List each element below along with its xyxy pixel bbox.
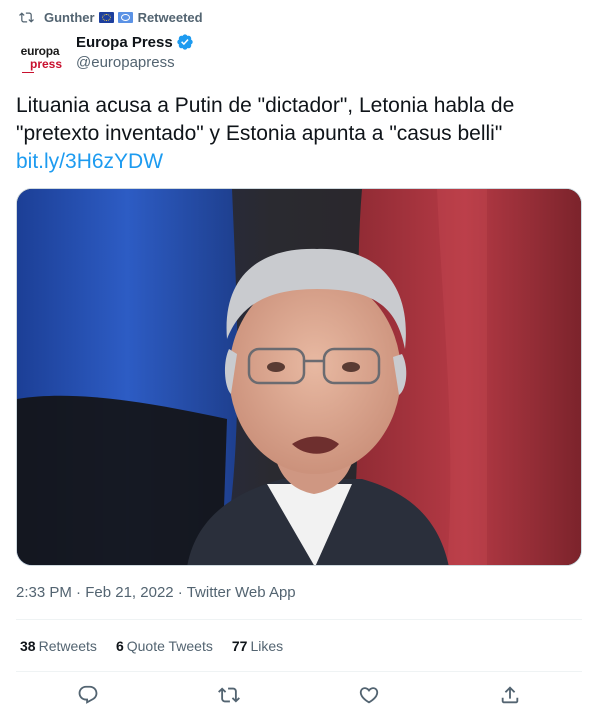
retweet-icon — [218, 687, 240, 703]
tweet-photo[interactable] — [16, 188, 582, 566]
retweeter-name[interactable]: Gunther — [44, 10, 95, 25]
retweet-icon — [19, 11, 34, 23]
avatar[interactable]: europa press — [16, 34, 64, 82]
retweets-stat[interactable]: 38 Retweets — [20, 638, 97, 654]
tweet-time[interactable]: 2:33 PM — [16, 584, 72, 601]
divider — [16, 671, 582, 672]
retweet-button[interactable] — [218, 684, 240, 706]
tweet-text: Lituania acusa a Putin de "dictador", Le… — [16, 94, 515, 145]
author-name[interactable]: Europa Press — [76, 34, 173, 51]
quote-tweets-count: 6 — [115, 638, 124, 654]
author-block: Europa Press @europapress — [76, 33, 194, 71]
eu-flag-icon — [98, 11, 114, 23]
tweet-link[interactable]: bit.ly/3H6zYDW — [16, 148, 163, 176]
photo-man-speaking-before-flags — [17, 189, 581, 565]
likes-count: 77 — [231, 638, 248, 654]
reply-button[interactable] — [77, 684, 99, 706]
retweets-count: 38 — [20, 638, 36, 654]
divider — [16, 619, 582, 620]
reply-icon — [78, 685, 98, 704]
author-handle[interactable]: @europapress — [76, 54, 194, 71]
meta-separator: · — [177, 584, 183, 601]
action-bar — [0, 684, 598, 708]
retweet-context: Gunther Retweeted — [19, 8, 203, 26]
engagement-stats: 38 Retweets 6 Quote Tweets 77 Likes — [20, 638, 302, 654]
quote-tweets-label: Quote Tweets — [126, 638, 213, 654]
likes-stat[interactable]: 77 Likes — [232, 638, 283, 654]
share-button[interactable] — [499, 684, 521, 706]
likes-label: Likes — [250, 638, 284, 654]
quote-tweets-stat[interactable]: 6 Quote Tweets — [116, 638, 213, 654]
verified-badge-icon — [177, 34, 193, 50]
tweet-date[interactable]: Feb 21, 2022 — [85, 584, 173, 601]
avatar-logo-line2: press — [29, 57, 63, 71]
avatar-logo-underline — [22, 72, 34, 73]
like-icon — [359, 687, 379, 704]
tweet-source[interactable]: Twitter Web App — [187, 584, 296, 601]
retweets-label: Retweets — [38, 638, 97, 654]
meta-separator: · — [76, 584, 82, 601]
un-flag-icon — [117, 11, 133, 23]
tweet-metadata: 2:33 PM · Feb 21, 2022 · Twitter Web App — [16, 584, 296, 601]
share-icon — [501, 686, 519, 704]
retweeted-label: Retweeted — [137, 9, 203, 25]
like-button[interactable] — [358, 684, 380, 706]
